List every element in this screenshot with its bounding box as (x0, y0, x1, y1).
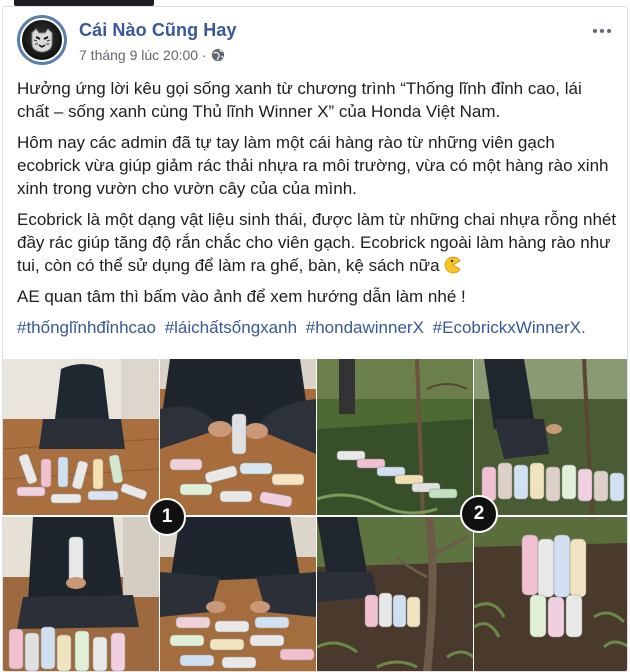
post-timestamp[interactable]: 7 tháng 9 lúc 20:00 · (79, 47, 207, 63)
post-text: Hưởng ứng lời kêu gọi sống xanh từ chươn… (17, 77, 617, 347)
photo-garden-2[interactable] (474, 359, 627, 515)
page-avatar[interactable] (17, 15, 67, 65)
hashtag-link[interactable]: #thốnglĩnhđỉnhcao (17, 318, 156, 337)
photo-indoor-3[interactable] (3, 517, 159, 671)
photo-garden-3[interactable] (317, 517, 473, 671)
photo-group-badge-2: 2 (460, 495, 498, 533)
post-paragraph: AE quan tâm thì bấm vào ảnh để xem hướng… (17, 287, 466, 306)
photo-indoor-4[interactable] (160, 517, 316, 671)
more-options-icon[interactable] (589, 21, 615, 41)
hashtag-list: #thốnglĩnhđỉnhcao #láichấtsốngxanh #hond… (17, 316, 617, 339)
post-paragraph: Ecobrick là một dạng vật liệu sinh thái,… (17, 210, 617, 275)
pacman-emoji-icon (444, 256, 461, 274)
photo-garden-4[interactable] (474, 517, 627, 671)
photo-garden-1[interactable] (317, 359, 473, 515)
post-paragraph: Hưởng ứng lời kêu gọi sống xanh từ chươn… (17, 79, 582, 121)
tiger-logo-icon (20, 18, 64, 62)
globe-icon[interactable] (211, 48, 225, 62)
photo-grid: 1 2 (3, 359, 627, 671)
hashtag-link[interactable]: #EcobrickxWinnerX. (433, 318, 586, 337)
page-name-link[interactable]: Cái Nào Cũng Hay (79, 20, 237, 41)
post-header: Cái Nào Cũng Hay 7 tháng 9 lúc 20:00 · (17, 15, 615, 69)
post-paragraph: Hôm nay các admin đã tự tay làm một cái … (17, 133, 609, 198)
photo-indoor-1[interactable] (3, 359, 159, 515)
hashtag-link[interactable]: #láichấtsốngxanh (165, 318, 297, 337)
hashtag-link[interactable]: #hondawinnerX (306, 318, 424, 337)
photo-group-badge-1: 1 (148, 498, 186, 536)
post-meta: 7 tháng 9 lúc 20:00 · (79, 47, 225, 63)
photo-indoor-2[interactable] (160, 359, 316, 515)
post-card: Cái Nào Cũng Hay 7 tháng 9 lúc 20:00 · H… (2, 6, 628, 672)
